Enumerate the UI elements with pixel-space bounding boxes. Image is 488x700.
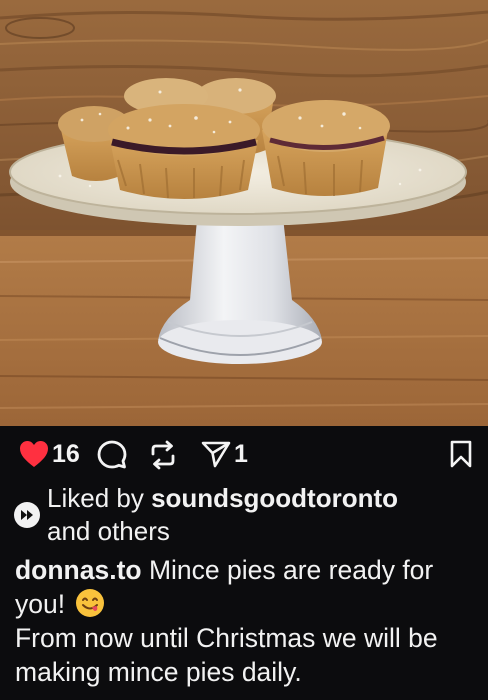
comment-icon	[97, 440, 127, 469]
like-button[interactable]: 16	[19, 440, 80, 468]
shares-count: 1	[234, 440, 248, 468]
comment-button[interactable]	[97, 440, 127, 470]
likes-count: 16	[52, 440, 80, 468]
save-button[interactable]	[450, 440, 472, 468]
post-action-bar: 16 1	[0, 426, 488, 482]
post-photo[interactable]	[0, 0, 488, 426]
play-badge-icon	[14, 502, 40, 528]
bookmark-icon	[450, 440, 472, 468]
caption-username[interactable]: donnas.to	[15, 555, 142, 585]
mince-pies-photo	[0, 0, 488, 426]
send-icon	[201, 441, 231, 468]
liked-by-text: Liked by soundsgoodtoronto and others	[47, 482, 484, 548]
caption-text-line2: From now until Christmas we will be maki…	[15, 623, 438, 687]
liked-by-user[interactable]: soundsgoodtoronto	[151, 483, 398, 513]
liked-by-suffix: and others	[47, 516, 170, 546]
heart-icon	[20, 441, 48, 467]
post-caption: donnas.to Mince pies are ready for you! …	[15, 553, 480, 689]
repost-icon	[151, 440, 175, 470]
share-button[interactable]: 1	[201, 440, 248, 468]
yum-face-emoji	[76, 589, 105, 617]
repost-button[interactable]	[149, 440, 177, 470]
liked-by-prefix: Liked by	[47, 483, 152, 513]
